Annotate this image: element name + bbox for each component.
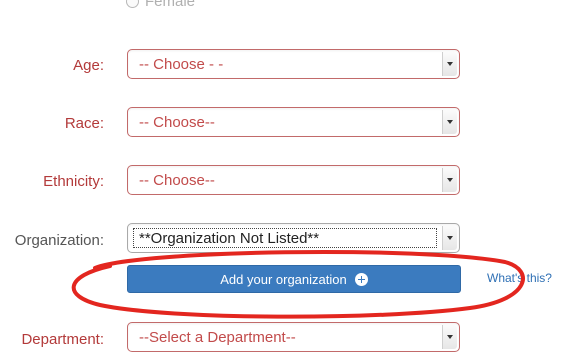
chevron-down-icon xyxy=(442,226,457,250)
chevron-down-icon xyxy=(442,325,457,349)
department-select-value: --Select a Department-- xyxy=(139,329,296,346)
ethnicity-select[interactable]: -- Choose-- xyxy=(127,165,460,195)
ethnicity-label: Ethnicity: xyxy=(43,173,104,190)
organization-select-value: **Organization Not Listed** xyxy=(139,230,320,247)
race-select[interactable]: -- Choose-- xyxy=(127,107,460,137)
chevron-down-icon xyxy=(442,168,457,192)
age-select[interactable]: -- Choose - - xyxy=(127,49,460,79)
department-label: Department: xyxy=(21,331,104,348)
add-organization-button[interactable]: Add your organization xyxy=(127,265,461,293)
whats-this-link[interactable]: What's this? xyxy=(487,271,552,285)
add-organization-label: Add your organization xyxy=(220,271,347,287)
radio-button[interactable] xyxy=(126,0,139,8)
age-select-value: -- Choose - - xyxy=(139,56,224,73)
organization-select[interactable]: **Organization Not Listed** xyxy=(127,223,460,253)
gender-female-label: Female xyxy=(145,0,196,10)
department-select[interactable]: --Select a Department-- xyxy=(127,322,460,352)
gender-female-option[interactable]: Female xyxy=(126,0,195,11)
race-select-value: -- Choose-- xyxy=(139,114,215,131)
race-label: Race: xyxy=(64,115,104,132)
chevron-down-icon xyxy=(442,110,457,134)
organization-label: Organization: xyxy=(14,232,104,249)
age-label: Age: xyxy=(73,57,104,74)
plus-circle-icon xyxy=(354,272,368,286)
ethnicity-select-value: -- Choose-- xyxy=(139,172,215,189)
chevron-down-icon xyxy=(442,52,457,76)
